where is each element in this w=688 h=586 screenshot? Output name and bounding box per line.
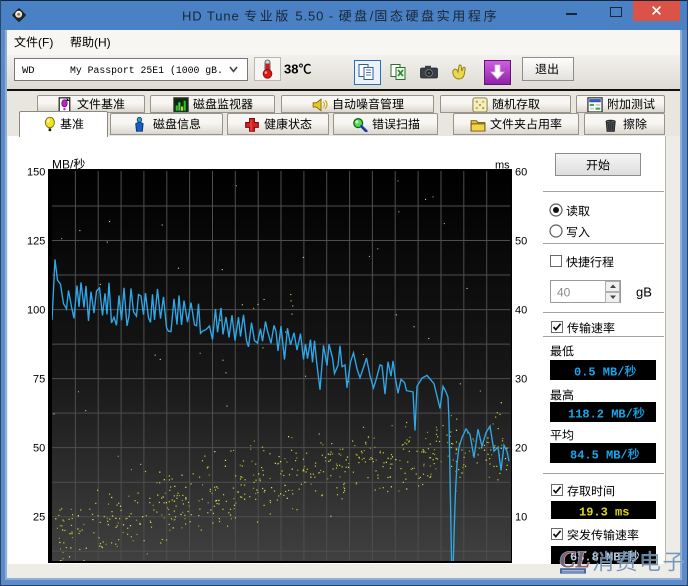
svg-text:25: 25 [33, 512, 45, 524]
svg-text:150: 150 [27, 166, 45, 178]
svg-text:(H): (H) [94, 35, 111, 49]
svg-text:/: / [370, 8, 375, 23]
svg-text:WD: WD [22, 65, 35, 77]
svg-text:118.2 MB/: 118.2 MB/ [568, 407, 633, 421]
svg-text:40: 40 [557, 285, 571, 299]
svg-text:0.5 MB/: 0.5 MB/ [574, 365, 624, 379]
svg-text:40: 40 [515, 305, 527, 317]
svg-text:ms: ms [495, 159, 510, 171]
svg-text:gB: gB [636, 285, 652, 300]
svg-text:10: 10 [515, 512, 527, 524]
svg-text:MB/: MB/ [52, 157, 74, 171]
svg-text:20: 20 [515, 443, 527, 455]
svg-text:75: 75 [33, 374, 45, 386]
svg-text:50: 50 [33, 443, 45, 455]
svg-text:100: 100 [27, 305, 45, 317]
svg-text:38: 38 [284, 62, 298, 77]
svg-text:My Passport 25E1 (1000 gB.: My Passport 25E1 (1000 gB. [70, 65, 223, 76]
svg-text:HD Tune: HD Tune [182, 8, 244, 23]
svg-text:84.5 MB/: 84.5 MB/ [570, 448, 628, 462]
svg-text:5.50 -: 5.50 - [291, 8, 339, 23]
svg-text:19.3 ms: 19.3 ms [579, 505, 629, 519]
svg-text:50: 50 [515, 235, 527, 247]
svg-text:30: 30 [515, 374, 527, 386]
svg-text:125: 125 [27, 235, 45, 247]
svg-text:(F): (F) [38, 35, 53, 49]
svg-text:60: 60 [515, 166, 527, 178]
